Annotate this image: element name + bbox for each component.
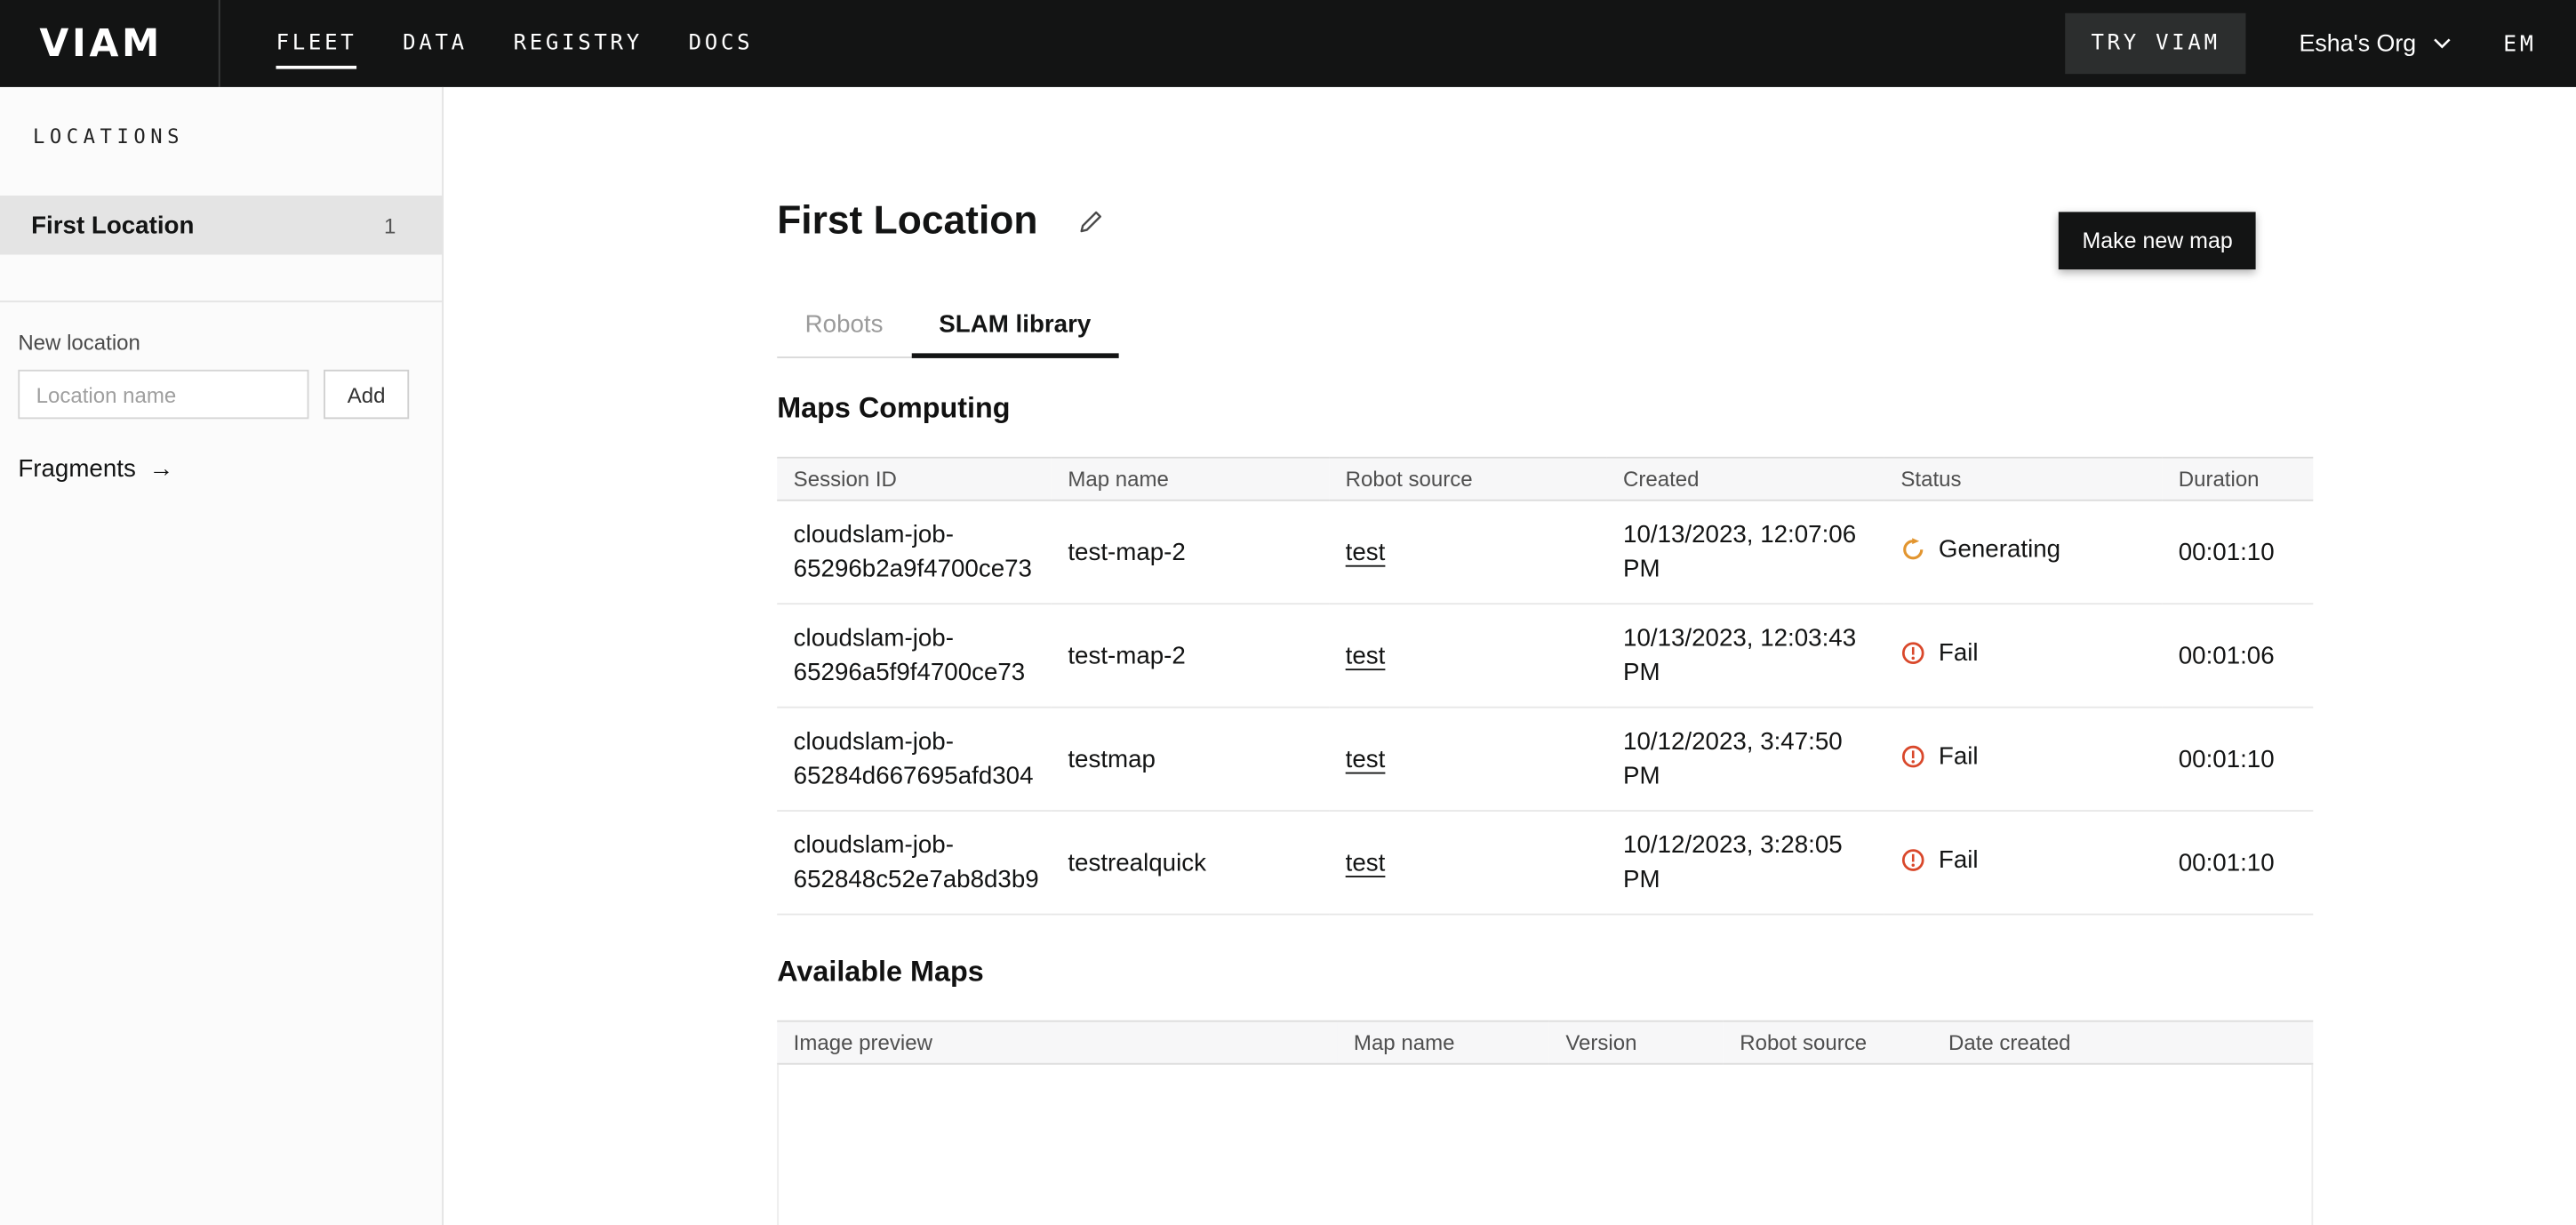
- sidebar-item-first-location[interactable]: First Location 1: [0, 196, 442, 255]
- app: VIAM FLEET DATA REGISTRY DOCS TRY VIAM E…: [0, 0, 2576, 1225]
- try-viam-button[interactable]: TRY VIAM: [2065, 13, 2246, 74]
- session-id-cell: cloudslam-job-652848c52e7ab8d3b9: [777, 811, 1052, 914]
- topbar: VIAM FLEET DATA REGISTRY DOCS TRY VIAM E…: [0, 0, 2576, 87]
- maps-computing-heading: Maps Computing: [777, 391, 2313, 426]
- tab-bar: Robots SLAM library: [777, 299, 1119, 358]
- chevron-down-icon: [2433, 38, 2451, 50]
- topbar-right: TRY VIAM Esha's Org EM: [2065, 13, 2537, 74]
- map-name-cell: test-map-2: [1052, 500, 1329, 604]
- tab-slam-library[interactable]: SLAM library: [911, 299, 1119, 358]
- status-label: Fail: [1939, 740, 1979, 774]
- duration-cell: 00:01:10: [2162, 500, 2313, 604]
- location-name: First Location: [31, 211, 194, 238]
- session-id-cell: cloudslam-job-65284d667695afd304: [777, 708, 1052, 811]
- make-new-map-button[interactable]: Make new map: [2060, 212, 2256, 269]
- created-cell: 10/13/2023, 12:07:06 PM: [1607, 500, 1884, 604]
- fragments-link[interactable]: Fragments →: [18, 455, 173, 483]
- main-content: Make new map First Location Robots SLAM …: [444, 87, 2576, 1225]
- edit-icon[interactable]: [1077, 209, 1104, 236]
- maps-computing-table: Session ID Map name Robot source Created…: [777, 457, 2313, 916]
- table-row: cloudslam-job-65296a5f9f4700ce73 test-ma…: [777, 604, 2313, 707]
- table-header-row: Image preview Map name Version Robot sou…: [777, 1021, 2313, 1064]
- available-maps-table: Image preview Map name Version Robot sou…: [777, 1021, 2313, 1065]
- location-count: 1: [384, 212, 396, 237]
- duration-cell: 00:01:10: [2162, 708, 2313, 811]
- user-menu[interactable]: EM: [2503, 30, 2536, 57]
- viam-logo[interactable]: VIAM: [39, 22, 163, 65]
- status-label: Fail: [1939, 843, 1979, 877]
- robot-source-link[interactable]: test: [1346, 849, 1386, 877]
- status-cell: Fail: [1884, 708, 2162, 811]
- robot-source-link[interactable]: test: [1346, 642, 1386, 669]
- status-label: Fail: [1939, 636, 1979, 670]
- nav-data[interactable]: DATA: [403, 18, 468, 68]
- table-header-row: Session ID Map name Robot source Created…: [777, 458, 2313, 500]
- session-id-cell: cloudslam-job-65296b2a9f4700ce73: [777, 500, 1052, 604]
- add-location-button[interactable]: Add: [324, 370, 409, 419]
- available-maps-empty-body: [777, 1065, 2313, 1225]
- top-nav: FLEET DATA REGISTRY DOCS: [276, 18, 754, 68]
- org-switcher[interactable]: Esha's Org: [2299, 30, 2451, 57]
- session-id-cell: cloudslam-job-65296a5f9f4700ce73: [777, 604, 1052, 707]
- table-row: cloudslam-job-65296b2a9f4700ce73 test-ma…: [777, 500, 2313, 604]
- column-header-map-name: Map name: [1337, 1021, 1548, 1064]
- table-row: cloudslam-job-652848c52e7ab8d3b9 testrea…: [777, 811, 2313, 914]
- status-cell: Generating: [1884, 500, 2162, 604]
- nav-docs[interactable]: DOCS: [689, 18, 754, 68]
- column-header-robot-source: Robot source: [1724, 1021, 1932, 1064]
- new-location-form: New location Add: [0, 302, 442, 419]
- arrow-right-icon: →: [149, 455, 174, 483]
- location-name-input[interactable]: [18, 370, 308, 419]
- column-header-date-created: Date created: [1932, 1021, 2313, 1064]
- topbar-divider: [219, 0, 220, 87]
- sidebar: LOCATIONS First Location 1 New location …: [0, 87, 444, 1225]
- locations-heading: LOCATIONS: [0, 87, 442, 148]
- column-header-session-id: Session ID: [777, 458, 1052, 500]
- column-header-image-preview: Image preview: [777, 1021, 1337, 1064]
- fail-icon: [1900, 848, 1925, 873]
- robot-source-link[interactable]: test: [1346, 745, 1386, 773]
- new-location-label: New location: [18, 330, 422, 355]
- created-cell: 10/12/2023, 3:28:05 PM: [1607, 811, 1884, 914]
- column-header-robot-source: Robot source: [1329, 458, 1606, 500]
- fail-icon: [1900, 641, 1925, 666]
- content: LOCATIONS First Location 1 New location …: [0, 87, 2576, 1225]
- duration-cell: 00:01:06: [2162, 604, 2313, 707]
- fail-icon: [1900, 744, 1925, 769]
- map-name-cell: test-map-2: [1052, 604, 1329, 707]
- duration-cell: 00:01:10: [2162, 811, 2313, 914]
- map-name-cell: testrealquick: [1052, 811, 1329, 914]
- status-label: Generating: [1939, 532, 2060, 567]
- nav-fleet[interactable]: FLEET: [276, 18, 357, 68]
- generating-icon: [1900, 537, 1925, 562]
- column-header-version: Version: [1549, 1021, 1724, 1064]
- org-name: Esha's Org: [2299, 30, 2416, 57]
- table-row: cloudslam-job-65284d667695afd304 testmap…: [777, 708, 2313, 811]
- column-header-status: Status: [1884, 458, 2162, 500]
- status-cell: Fail: [1884, 811, 2162, 914]
- tab-robots[interactable]: Robots: [777, 299, 911, 358]
- status-cell: Fail: [1884, 604, 2162, 707]
- column-header-created: Created: [1607, 458, 1884, 500]
- available-maps-heading: Available Maps: [777, 955, 2313, 989]
- column-header-duration: Duration: [2162, 458, 2313, 500]
- nav-registry[interactable]: REGISTRY: [514, 18, 643, 68]
- created-cell: 10/12/2023, 3:47:50 PM: [1607, 708, 1884, 811]
- created-cell: 10/13/2023, 12:03:43 PM: [1607, 604, 1884, 707]
- page-title: First Location: [777, 199, 1037, 245]
- robot-source-link[interactable]: test: [1346, 538, 1386, 565]
- fragments-label: Fragments: [18, 455, 136, 483]
- map-name-cell: testmap: [1052, 708, 1329, 811]
- column-header-map-name: Map name: [1052, 458, 1329, 500]
